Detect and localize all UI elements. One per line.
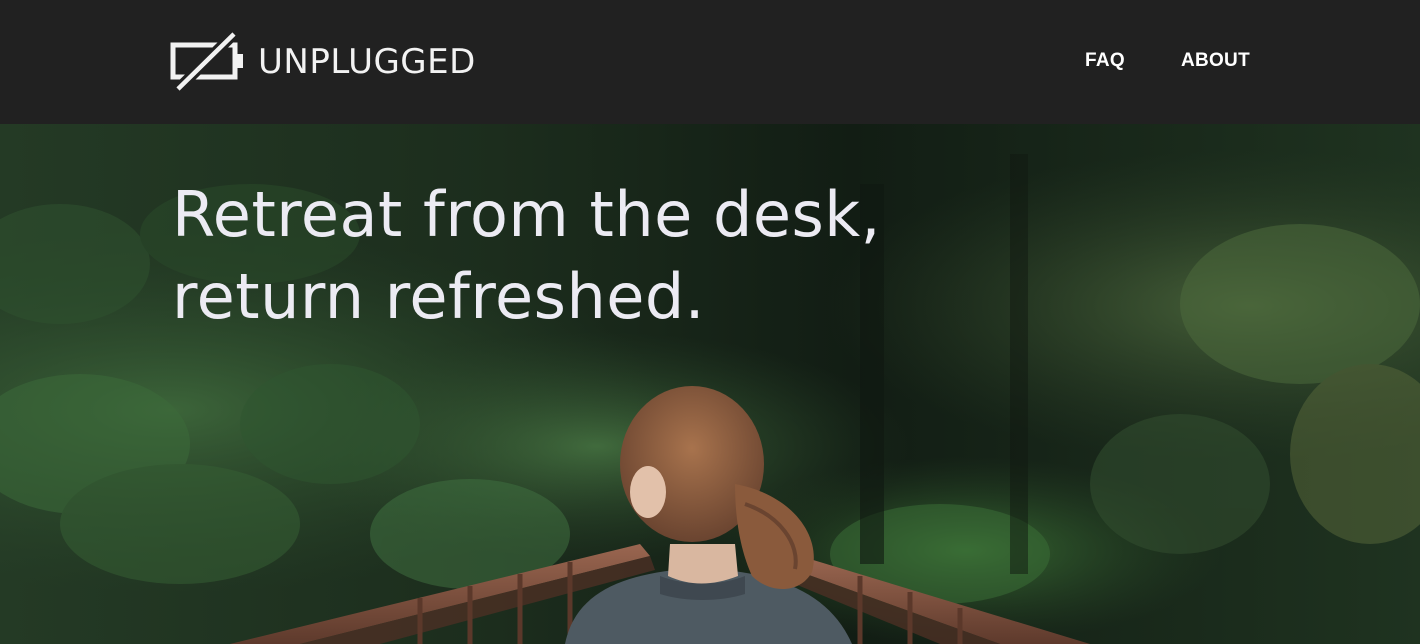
brand-name: UNPLUGGED (258, 42, 476, 82)
hero-headline: Retreat from the desk, return refreshed. (172, 174, 881, 338)
page: UNPLUGGED FAQ ABOUT Retreat from the des… (0, 0, 1420, 644)
main-nav: FAQ ABOUT (1085, 50, 1250, 72)
hero-section: Retreat from the desk, return refreshed. (0, 124, 1420, 644)
hero-headline-line-2: return refreshed. (172, 260, 705, 333)
brand-logo-link[interactable]: UNPLUGGED (170, 32, 476, 92)
nav-link-faq[interactable]: FAQ (1085, 50, 1125, 72)
battery-crossed-icon (170, 32, 243, 92)
nav-link-about[interactable]: ABOUT (1181, 50, 1250, 72)
hero-headline-line-1: Retreat from the desk, (172, 178, 881, 251)
site-header: UNPLUGGED FAQ ABOUT (0, 0, 1420, 124)
